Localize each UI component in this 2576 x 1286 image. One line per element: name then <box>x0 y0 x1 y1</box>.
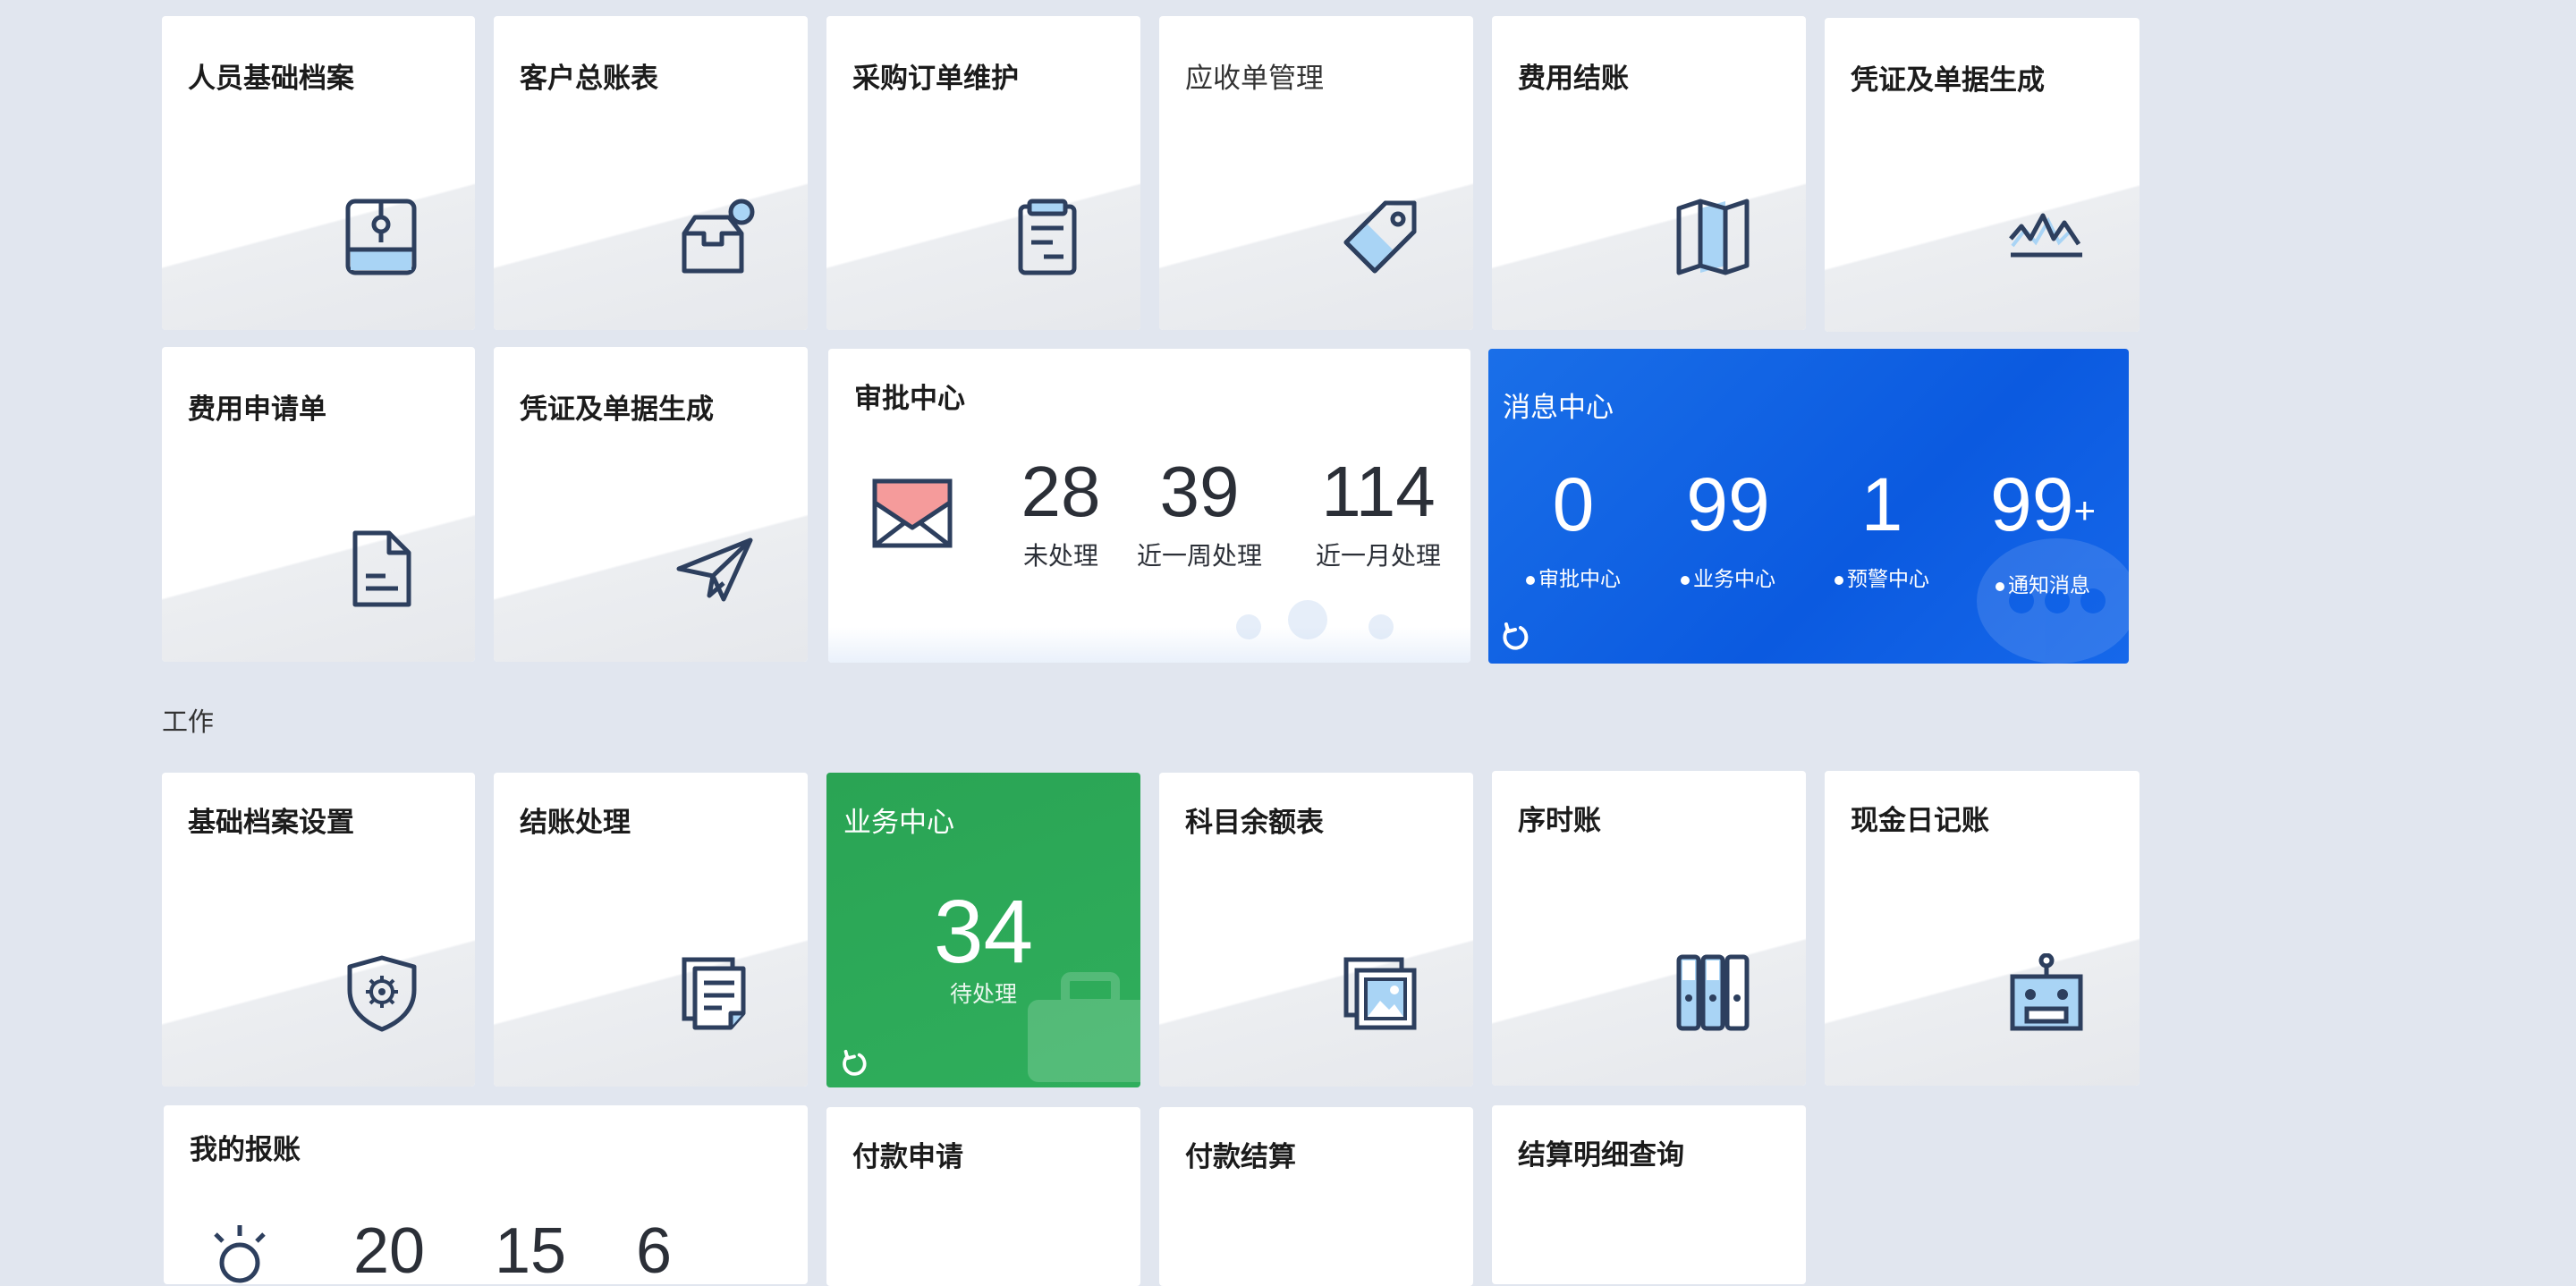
tile-title: 现金日记账 <box>1851 805 1989 836</box>
stat-value: 99 <box>1686 462 1770 546</box>
tile-payment-settlement[interactable]: 付款结算 <box>1159 1107 1473 1286</box>
tile-closing-process[interactable]: 结账处理 <box>494 773 808 1087</box>
tile-customer-ledger[interactable]: 客户总账表 <box>494 16 808 330</box>
stat-unprocessed[interactable]: 28 未处理 <box>1007 456 1114 572</box>
tile-title: 费用申请单 <box>188 393 326 425</box>
tile-cash-journal[interactable]: 现金日记账 <box>1825 771 2140 1086</box>
stat-suffix: + <box>2073 488 2096 531</box>
stat-value: 99 <box>1990 462 2074 546</box>
tile-title: 凭证及单据生成 <box>520 393 714 425</box>
archive-box-icon <box>343 198 421 276</box>
tile-voucher-generation[interactable]: 凭证及单据生成 <box>1825 18 2140 332</box>
expense-value-1[interactable]: 20 <box>353 1214 425 1284</box>
stat-label: 未处理 <box>1022 542 1098 570</box>
clipboard-icon <box>1008 198 1087 276</box>
sun-icon <box>208 1222 271 1284</box>
msg-stat-notice[interactable]: 99+ 通知消息 <box>1971 467 2114 598</box>
stat-label: 近一周处理 <box>1136 542 1262 570</box>
status-dot <box>1526 575 1535 585</box>
tile-title: 付款结算 <box>1185 1141 1296 1172</box>
tile-title: 客户总账表 <box>520 63 658 94</box>
stat-value: 0 <box>1552 462 1595 546</box>
stat-value: 28 <box>1021 452 1101 531</box>
inbox-notify-icon <box>679 198 758 276</box>
tile-title: 人员基础档案 <box>188 63 354 94</box>
documents-stack-icon <box>675 954 754 1033</box>
binders-icon <box>1674 953 1752 1032</box>
my-expense-widget[interactable]: 我的报账 20 15 6 <box>164 1105 808 1284</box>
refresh-icon[interactable] <box>1499 621 1531 653</box>
expense-value-2[interactable]: 15 <box>495 1214 566 1284</box>
document-icon <box>343 529 421 608</box>
approval-center-widget[interactable]: 审批中心 28 未处理 39 近一周处理 114 近一月处理 <box>828 349 1470 663</box>
robot-icon <box>2007 953 2086 1032</box>
tile-basic-archive-settings[interactable]: 基础档案设置 <box>162 773 475 1087</box>
section-label-work: 工作 <box>162 708 215 737</box>
stat-label: 业务中心 <box>1693 567 1775 590</box>
stat-value: 39 <box>1159 452 1240 531</box>
tile-receivables[interactable]: 应收单管理 <box>1159 16 1473 330</box>
tile-purchase-order[interactable]: 采购订单维护 <box>826 16 1140 330</box>
paper-plane-icon <box>675 529 754 608</box>
tile-account-balance[interactable]: 科目余额表 <box>1159 773 1473 1087</box>
tile-title: 结账处理 <box>520 807 631 838</box>
tile-title: 费用结账 <box>1518 63 1629 94</box>
message-center-widget[interactable]: 消息中心 0 审批中心 99 业务中心 1 预警中心 99+ 通知消息 <box>1488 349 2129 664</box>
tile-chronological-ledger[interactable]: 序时账 <box>1492 771 1806 1086</box>
widget-title: 消息中心 <box>1503 392 1614 423</box>
widget-title: 我的报账 <box>190 1134 301 1165</box>
line-chart-icon <box>2007 199 2086 278</box>
stat-value: 1 <box>1860 462 1903 546</box>
expense-value-3[interactable]: 6 <box>636 1214 672 1284</box>
stat-week-processed[interactable]: 39 近一周处理 <box>1128 456 1271 572</box>
tile-personnel-archive[interactable]: 人员基础档案 <box>162 16 475 330</box>
tile-title: 结算明细查询 <box>1518 1139 1684 1171</box>
mail-icon <box>871 478 953 549</box>
widget-title: 审批中心 <box>854 383 965 414</box>
msg-stat-warning[interactable]: 1 预警中心 <box>1819 467 1945 592</box>
refresh-icon[interactable] <box>839 1048 869 1079</box>
status-dot <box>1681 575 1690 585</box>
stat-label: 审批中心 <box>1538 567 1621 590</box>
tile-title: 科目余额表 <box>1185 807 1324 838</box>
tile-title: 应收单管理 <box>1185 63 1324 94</box>
tile-payment-request[interactable]: 付款申请 <box>826 1107 1140 1286</box>
tile-expense-settlement[interactable]: 费用结账 <box>1492 16 1806 330</box>
tile-title: 付款申请 <box>852 1141 963 1172</box>
tag-icon <box>1341 198 1419 276</box>
tile-expense-application[interactable]: 费用申请单 <box>162 347 475 662</box>
tile-settlement-detail-query[interactable]: 结算明细查询 <box>1492 1105 1806 1284</box>
tile-title: 基础档案设置 <box>188 807 354 838</box>
tile-voucher-generation-2[interactable]: 凭证及单据生成 <box>494 347 808 662</box>
status-dot <box>1835 575 1843 585</box>
map-icon <box>1674 198 1752 276</box>
stat-label: 近一月处理 <box>1315 542 1441 570</box>
tile-title: 采购订单维护 <box>852 63 1019 94</box>
stat-value: 114 <box>1321 452 1436 531</box>
msg-stat-business[interactable]: 99 业务中心 <box>1665 467 1791 592</box>
pending-label: 待处理 <box>949 982 1017 1007</box>
status-dot <box>1996 581 2004 591</box>
stat-label: 通知消息 <box>2008 572 2090 596</box>
stat-label: 预警中心 <box>1847 567 1929 590</box>
business-center-widget[interactable]: 业务中心 34 待处理 <box>826 773 1140 1087</box>
pending-count[interactable]: 34 <box>826 887 1140 977</box>
cloud-decoration-icon <box>1231 591 1419 645</box>
msg-stat-approval[interactable]: 0 审批中心 <box>1511 467 1636 592</box>
tile-title: 序时账 <box>1518 805 1601 836</box>
stat-month-processed[interactable]: 114 近一月处理 <box>1302 456 1454 572</box>
tile-title: 凭证及单据生成 <box>1851 64 2045 96</box>
image-stack-icon <box>1341 954 1419 1033</box>
widget-title: 业务中心 <box>843 807 954 838</box>
shield-gear-icon <box>343 954 421 1033</box>
